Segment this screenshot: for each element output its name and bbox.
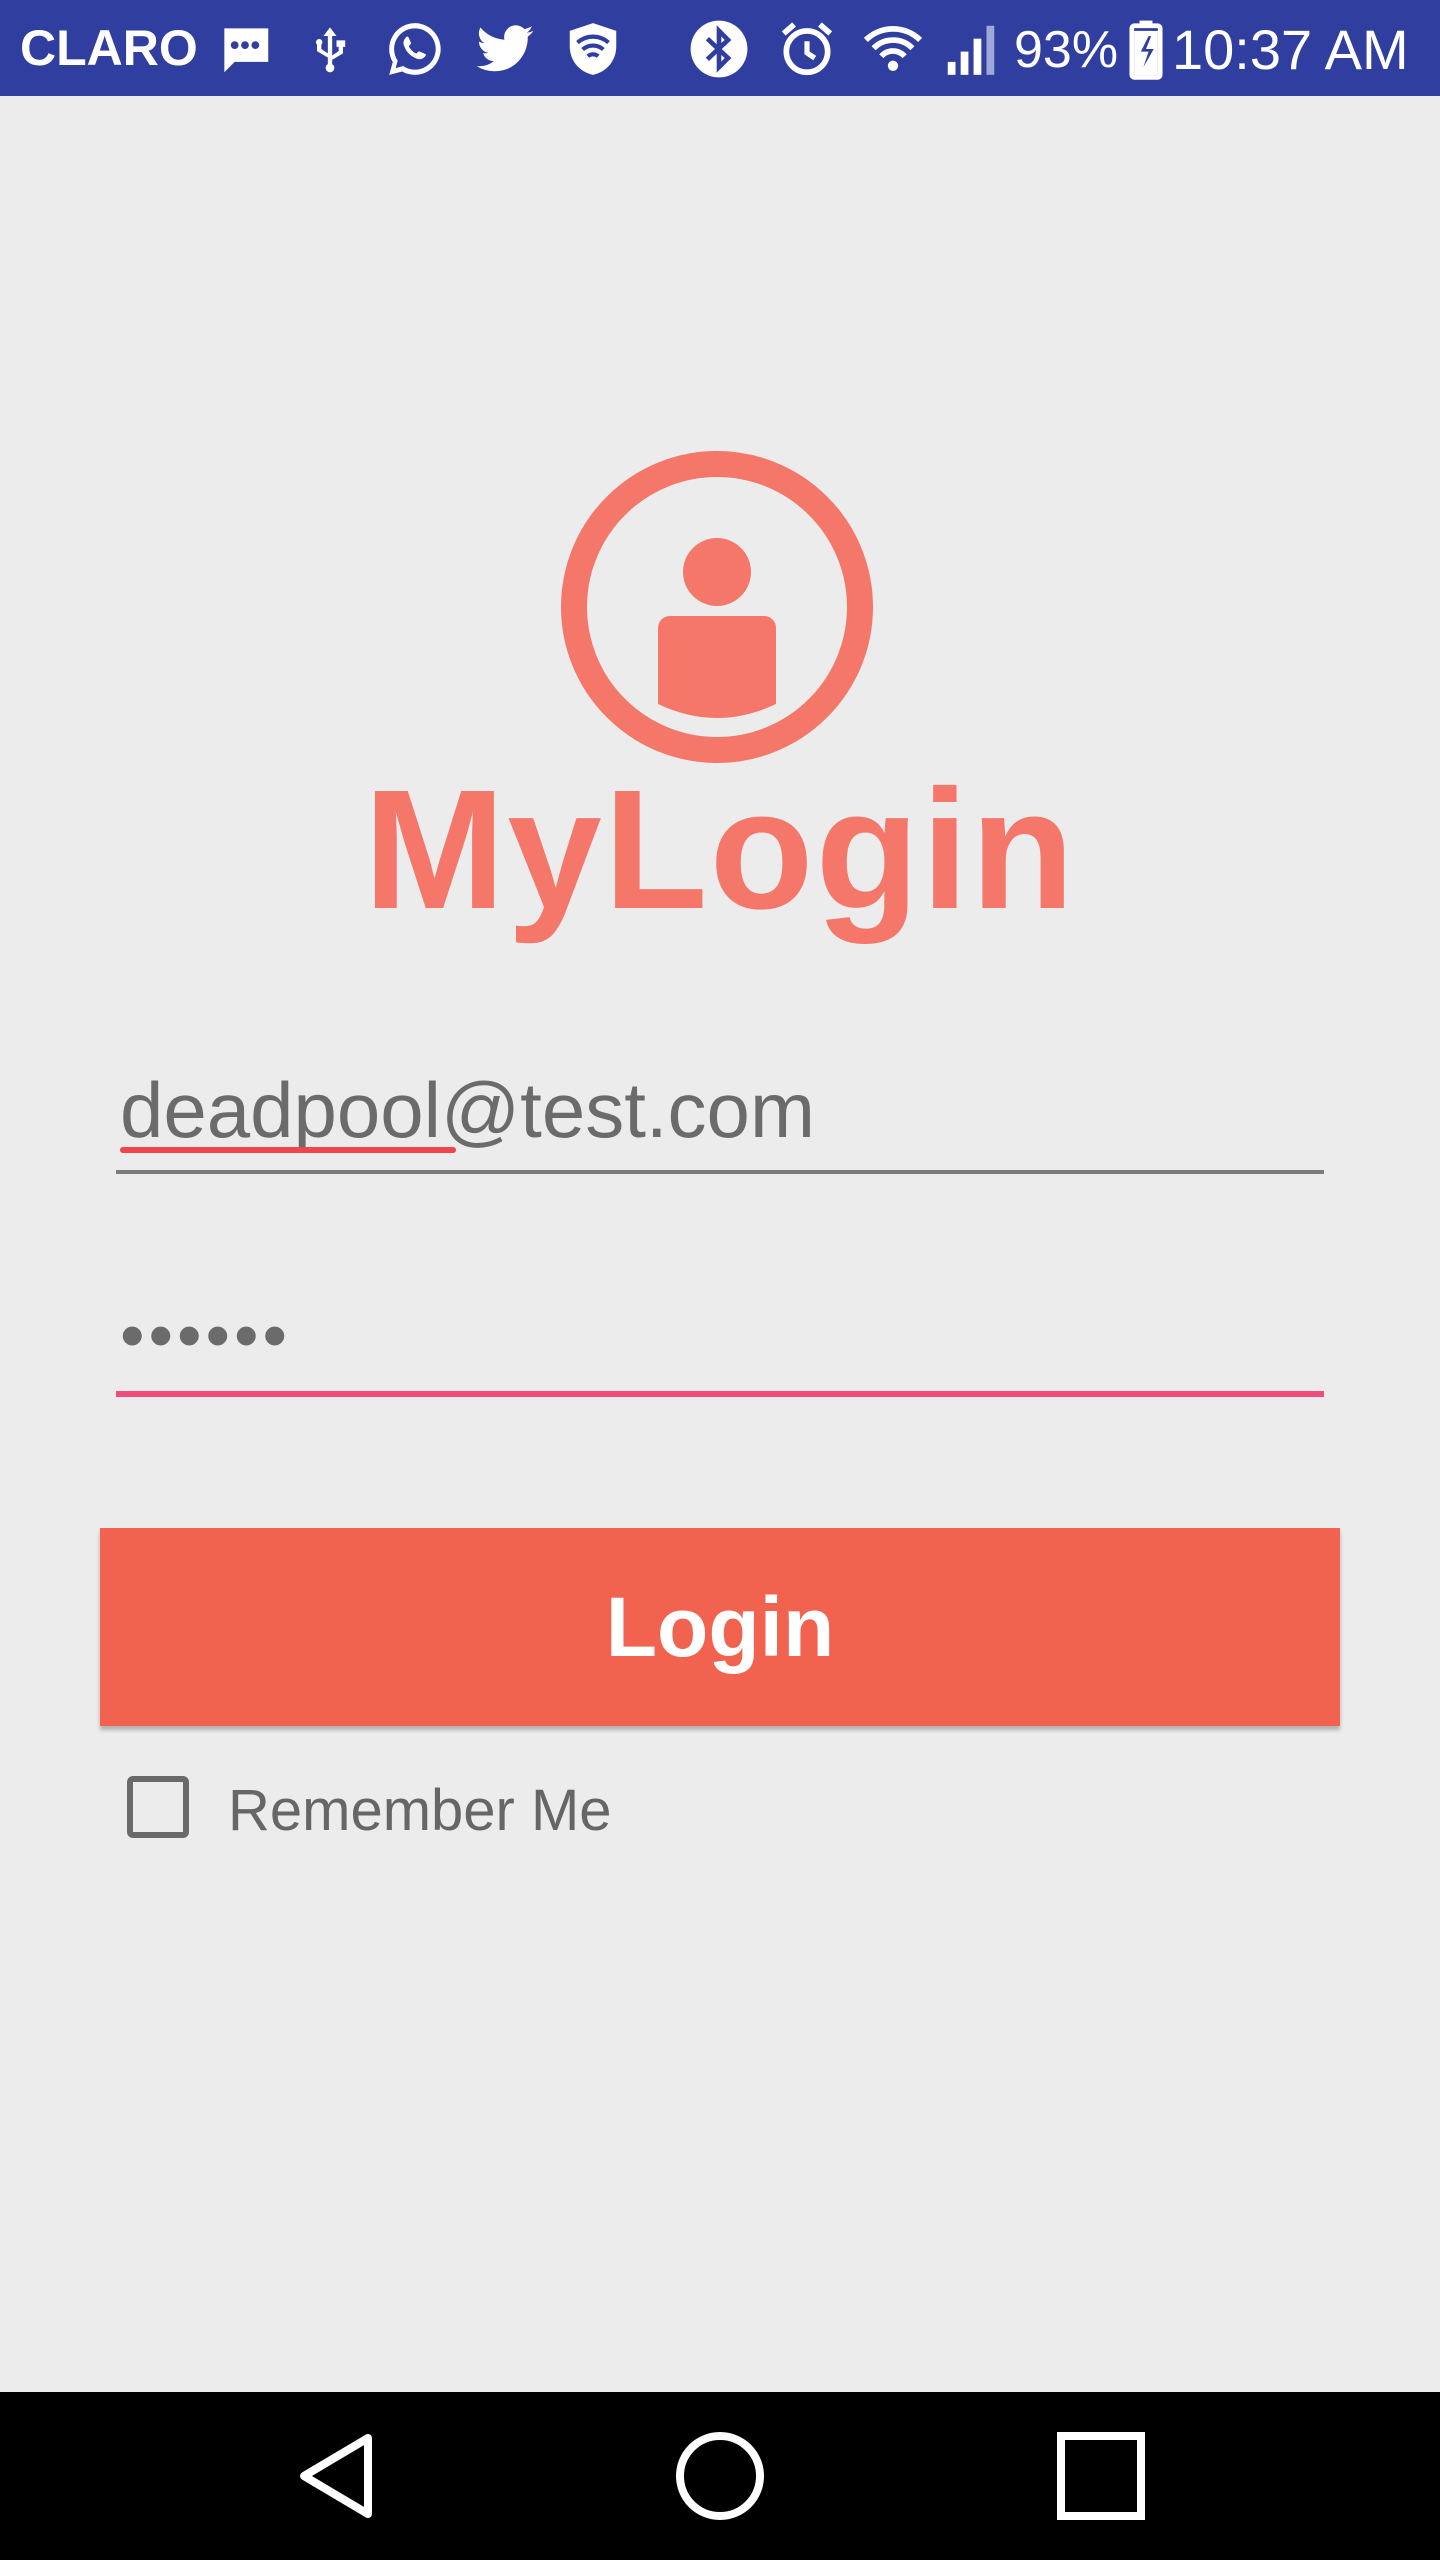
shield-wifi-icon xyxy=(562,18,624,80)
back-icon[interactable] xyxy=(290,2426,390,2526)
password-input[interactable]: •••••• xyxy=(120,1280,291,1390)
battery-charging-icon xyxy=(1124,18,1168,80)
user-circle-icon xyxy=(560,450,874,764)
status-bar: CLARO 93% 10:37 AM xyxy=(0,0,1440,96)
spellcheck-underline xyxy=(120,1147,456,1153)
email-underline xyxy=(116,1170,1324,1174)
battery-percentage: 93% xyxy=(1014,21,1119,79)
twitter-icon xyxy=(474,18,536,80)
whatsapp-icon xyxy=(384,18,446,80)
message-icon xyxy=(214,18,276,80)
alarm-icon xyxy=(776,18,838,80)
clock: 10:37 AM xyxy=(1172,18,1409,81)
recents-icon[interactable] xyxy=(1051,2426,1151,2526)
email-field[interactable]: deadpool@test.com xyxy=(116,1055,1324,1175)
home-icon[interactable] xyxy=(670,2426,770,2526)
app-title: MyLogin xyxy=(363,755,1077,945)
navigation-bar xyxy=(0,2392,1440,2560)
wifi-icon xyxy=(862,18,924,80)
remember-me-checkbox[interactable] xyxy=(127,1776,189,1838)
usb-icon xyxy=(304,18,356,80)
login-button[interactable]: Login xyxy=(100,1528,1340,1726)
remember-me-label[interactable]: Remember Me xyxy=(228,1773,612,1849)
bluetooth-icon xyxy=(688,18,750,80)
password-field[interactable]: •••••• xyxy=(116,1280,1324,1400)
password-underline-focused xyxy=(116,1391,1324,1397)
carrier-name: CLARO xyxy=(20,20,198,76)
signal-icon xyxy=(940,18,1002,80)
